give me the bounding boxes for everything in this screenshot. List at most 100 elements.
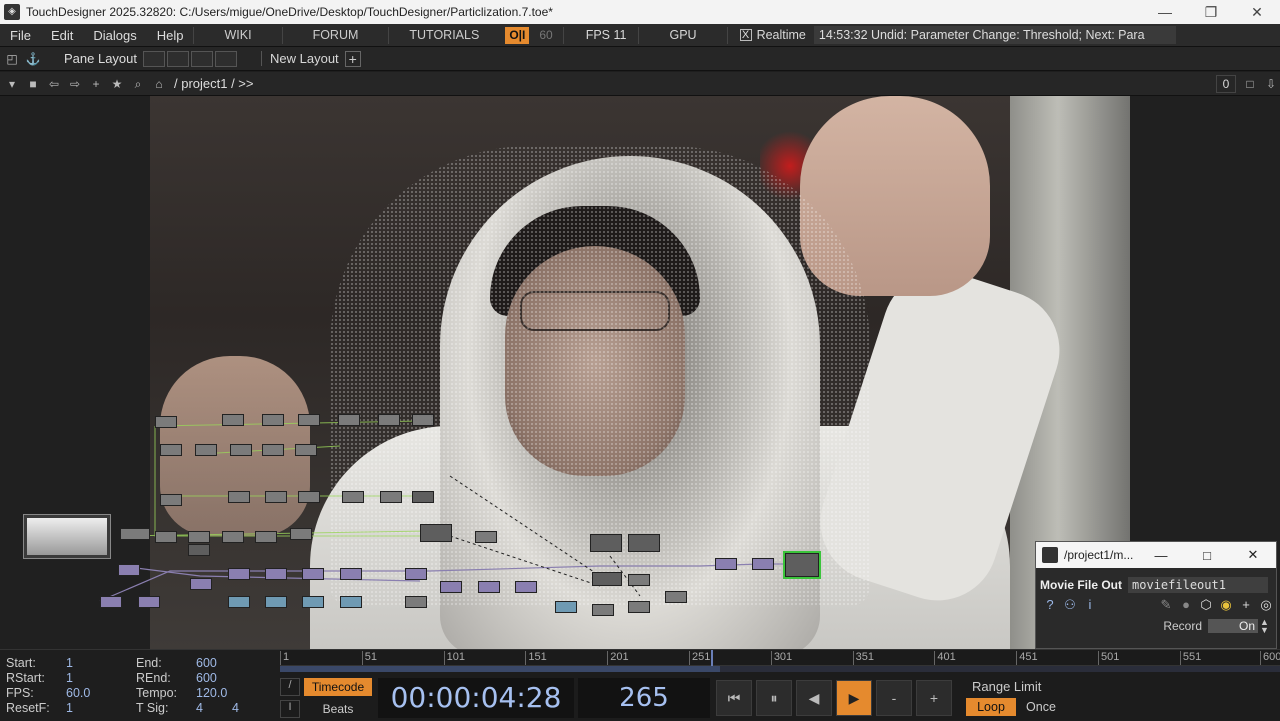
cube-icon[interactable]: ⬡ [1196, 597, 1216, 615]
node[interactable] [265, 491, 287, 503]
op-toggle-button[interactable]: O|I [505, 26, 530, 44]
new-layout-button[interactable]: New Layout [261, 51, 339, 66]
network-viewport[interactable]: /project1/m... — □ ✕ Movie File Out movi… [0, 96, 1280, 649]
frame-display[interactable]: 265 [578, 677, 710, 718]
node[interactable] [338, 414, 360, 426]
rend-value[interactable]: 600 [196, 671, 217, 685]
rewind-icon[interactable]: ⏮ [716, 679, 752, 716]
loop-button[interactable]: Loop [966, 698, 1016, 716]
node[interactable] [628, 534, 660, 552]
node[interactable] [515, 581, 537, 593]
node[interactable] [405, 596, 427, 608]
network-path[interactable]: / project1 / >> [174, 76, 254, 91]
node[interactable] [262, 414, 284, 426]
node[interactable] [138, 596, 160, 608]
node[interactable] [100, 596, 122, 608]
step-minus-button[interactable]: - [876, 679, 912, 716]
node[interactable] [298, 414, 320, 426]
menu-dialogs[interactable]: Dialogs [83, 28, 146, 43]
comment-icon[interactable]: ● [1176, 597, 1196, 615]
fps-cap[interactable]: 60 [529, 28, 562, 42]
video-device-in-node[interactable] [23, 514, 111, 559]
gpu-button[interactable]: GPU [638, 26, 728, 44]
node[interactable] [592, 604, 614, 616]
python-icon[interactable]: ◉ [1216, 597, 1236, 615]
fps-value[interactable]: 60.0 [66, 686, 90, 700]
timecode-mode-button[interactable]: Timecode [304, 677, 372, 696]
node[interactable] [230, 444, 252, 456]
record-toggle[interactable]: On [1208, 619, 1258, 633]
node[interactable] [155, 531, 177, 543]
timeline-bar-button[interactable]: I [280, 699, 300, 718]
stop-icon[interactable]: ■ [24, 75, 42, 93]
node[interactable] [222, 414, 244, 426]
tempo-value[interactable]: 120.0 [196, 686, 227, 700]
node[interactable] [440, 581, 462, 593]
node[interactable] [555, 601, 577, 613]
param-maximize-button[interactable]: □ [1184, 548, 1230, 563]
wiki-button[interactable]: WIKI [193, 26, 281, 44]
search-network-icon[interactable]: ⌕ [129, 75, 147, 93]
node[interactable] [412, 491, 434, 503]
python-help-icon[interactable]: ⚇ [1060, 597, 1080, 615]
beats-mode-button[interactable]: Beats [304, 700, 372, 718]
forum-button[interactable]: FORUM [281, 26, 389, 44]
bookmark-star-icon[interactable]: ★ [108, 75, 126, 93]
timeline-ruler[interactable]: 1 51 101 151 201 251 301 351 401 451 501 551 600 [280, 650, 1280, 666]
tutorials-button[interactable]: TUTORIALS [388, 26, 499, 44]
pane-anchor-icon[interactable]: ⚓ [24, 50, 42, 68]
node[interactable] [295, 444, 317, 456]
pause-icon[interactable]: ⏸ [756, 679, 792, 716]
edit-pencil-icon[interactable]: ✎ [1156, 597, 1176, 615]
minimize-button[interactable]: — [1142, 4, 1188, 20]
close-button[interactable]: ✕ [1234, 4, 1280, 21]
tsig-value-1[interactable]: 4 [196, 701, 203, 715]
node[interactable] [160, 444, 182, 456]
back-arrow-icon[interactable]: ⇦ [45, 75, 63, 93]
node[interactable] [265, 568, 287, 580]
node[interactable] [412, 414, 434, 426]
node[interactable] [340, 568, 362, 580]
node[interactable] [715, 558, 737, 570]
node[interactable] [302, 596, 324, 608]
rstart-value[interactable]: 1 [66, 671, 73, 685]
node[interactable] [628, 574, 650, 586]
tsig-value-2[interactable]: 4 [232, 701, 239, 715]
node[interactable] [752, 558, 774, 570]
movie-file-out-node[interactable] [783, 551, 821, 579]
info-icon[interactable]: i [1080, 597, 1100, 615]
step-plus-button[interactable]: + [916, 679, 952, 716]
param-close-button[interactable]: ✕ [1230, 547, 1276, 563]
layout-split-vertical-button[interactable] [191, 50, 214, 67]
pane-home-icon[interactable]: ◰ [3, 50, 21, 68]
network-home-icon[interactable]: ⌂ [150, 75, 168, 93]
timeline-progress-bar[interactable] [280, 666, 1280, 672]
resetf-value[interactable]: 1 [66, 701, 73, 715]
node[interactable] [118, 564, 140, 576]
target-icon[interactable]: ◎ [1256, 597, 1276, 615]
play-icon[interactable]: ▶ [836, 679, 872, 716]
param-minimize-button[interactable]: — [1138, 548, 1184, 563]
node[interactable] [475, 531, 497, 543]
node[interactable] [405, 568, 427, 580]
help-icon[interactable]: ? [1040, 597, 1060, 615]
node[interactable] [628, 601, 650, 613]
pane-menu-chevron-down-icon[interactable]: ▾ [3, 75, 21, 93]
start-value[interactable]: 1 [66, 656, 73, 670]
playhead[interactable] [711, 650, 714, 666]
menu-file[interactable]: File [0, 28, 41, 43]
node[interactable] [290, 528, 312, 540]
end-value[interactable]: 600 [196, 656, 217, 670]
add-layout-button[interactable]: + [344, 50, 361, 67]
layout-split-horizontal-button[interactable] [167, 50, 190, 67]
node[interactable] [378, 414, 400, 426]
step-back-icon[interactable]: ◀ [796, 679, 832, 716]
node[interactable] [380, 491, 402, 503]
forward-arrow-icon[interactable]: ⇨ [66, 75, 84, 93]
node[interactable] [265, 596, 287, 608]
add-icon[interactable]: + [1236, 597, 1256, 615]
node[interactable] [188, 544, 210, 556]
timeline-slash-button[interactable]: / [280, 677, 300, 696]
node[interactable] [160, 494, 182, 506]
node[interactable] [255, 531, 277, 543]
